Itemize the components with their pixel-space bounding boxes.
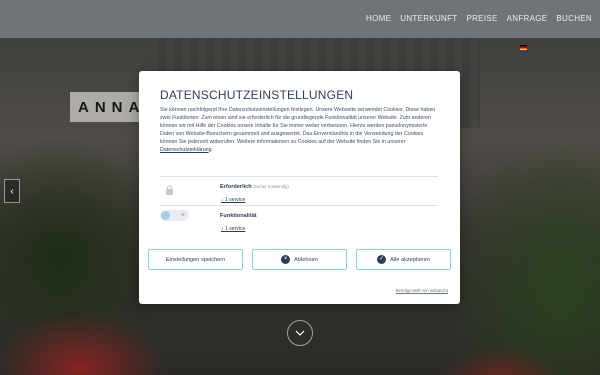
decline-label: Ablehnen bbox=[294, 256, 318, 263]
nav-menu: HOME UNTERKUNFT PREISE ANFRAGE BUCHEN bbox=[366, 14, 592, 23]
category-name: Funktionalität bbox=[220, 213, 257, 219]
category-title-required: Erforderlich bbox=[220, 184, 252, 190]
dialog-title: DATENSCHUTZEINSTELLUNGEN bbox=[160, 88, 354, 102]
dialog-body-text: Sie können nachfolgend Ihre Datenschutze… bbox=[160, 107, 436, 145]
dialog-body-suffix: . bbox=[211, 146, 214, 153]
top-navigation: HOME UNTERKUNFT PREISE ANFRAGE BUCHEN bbox=[0, 0, 600, 38]
nav-item-preise[interactable]: PREISE bbox=[466, 14, 497, 23]
privacy-policy-link[interactable]: Datenschutzerklärung bbox=[160, 147, 212, 153]
category-services-toggle-required[interactable]: ↓ 1 service bbox=[221, 197, 245, 203]
functionality-toggle[interactable]: × bbox=[160, 210, 189, 221]
save-settings-label: Einstellungen speichern bbox=[165, 256, 226, 263]
category-row-functionality: × Funktionalität ↓ 1 service bbox=[160, 207, 438, 237]
decline-button[interactable]: × Ablehnen bbox=[252, 249, 347, 270]
x-circle-icon: × bbox=[281, 255, 291, 264]
toggle-knob bbox=[161, 211, 170, 220]
chevron-down-icon bbox=[295, 330, 305, 336]
category-divider bbox=[160, 176, 438, 177]
nav-item-buchen[interactable]: BUCHEN bbox=[556, 14, 592, 23]
nav-item-anfrage[interactable]: ANFRAGE bbox=[507, 14, 548, 23]
slider-prev-button[interactable]: ‹ bbox=[4, 179, 20, 203]
category-note: (immer notwendig) bbox=[253, 184, 289, 189]
powered-by-link[interactable]: Bereitgestellt von webaccht bbox=[396, 288, 448, 293]
accept-all-button[interactable]: ✓ Alle akzeptieren bbox=[356, 249, 451, 270]
chevron-left-icon: ‹ bbox=[10, 185, 14, 197]
category-services-toggle-functionality[interactable]: ↓ 1 service bbox=[221, 226, 245, 232]
category-row-required: Erforderlich (immer notwendig) ↓ 1 servi… bbox=[160, 178, 438, 208]
nav-item-unterkunft[interactable]: UNTERKUNFT bbox=[400, 14, 457, 23]
nav-item-home[interactable]: HOME bbox=[366, 14, 391, 23]
save-settings-button[interactable]: Einstellungen speichern bbox=[148, 249, 243, 270]
scroll-down-button[interactable] bbox=[287, 320, 313, 346]
category-name: Erforderlich (immer notwendig) bbox=[220, 184, 289, 190]
german-flag-icon[interactable] bbox=[520, 45, 527, 50]
check-circle-icon: ✓ bbox=[377, 255, 387, 264]
dialog-description: Sie können nachfolgend Ihre Datenschutze… bbox=[160, 107, 441, 154]
cookie-consent-dialog: DATENSCHUTZEINSTELLUNGEN Sie können nach… bbox=[139, 71, 460, 304]
category-title-functionality: Funktionalität bbox=[220, 213, 257, 219]
accept-all-label: Alle akzeptieren bbox=[390, 256, 430, 263]
lock-icon bbox=[165, 182, 177, 195]
close-icon: × bbox=[180, 212, 185, 219]
category-divider bbox=[160, 205, 438, 206]
